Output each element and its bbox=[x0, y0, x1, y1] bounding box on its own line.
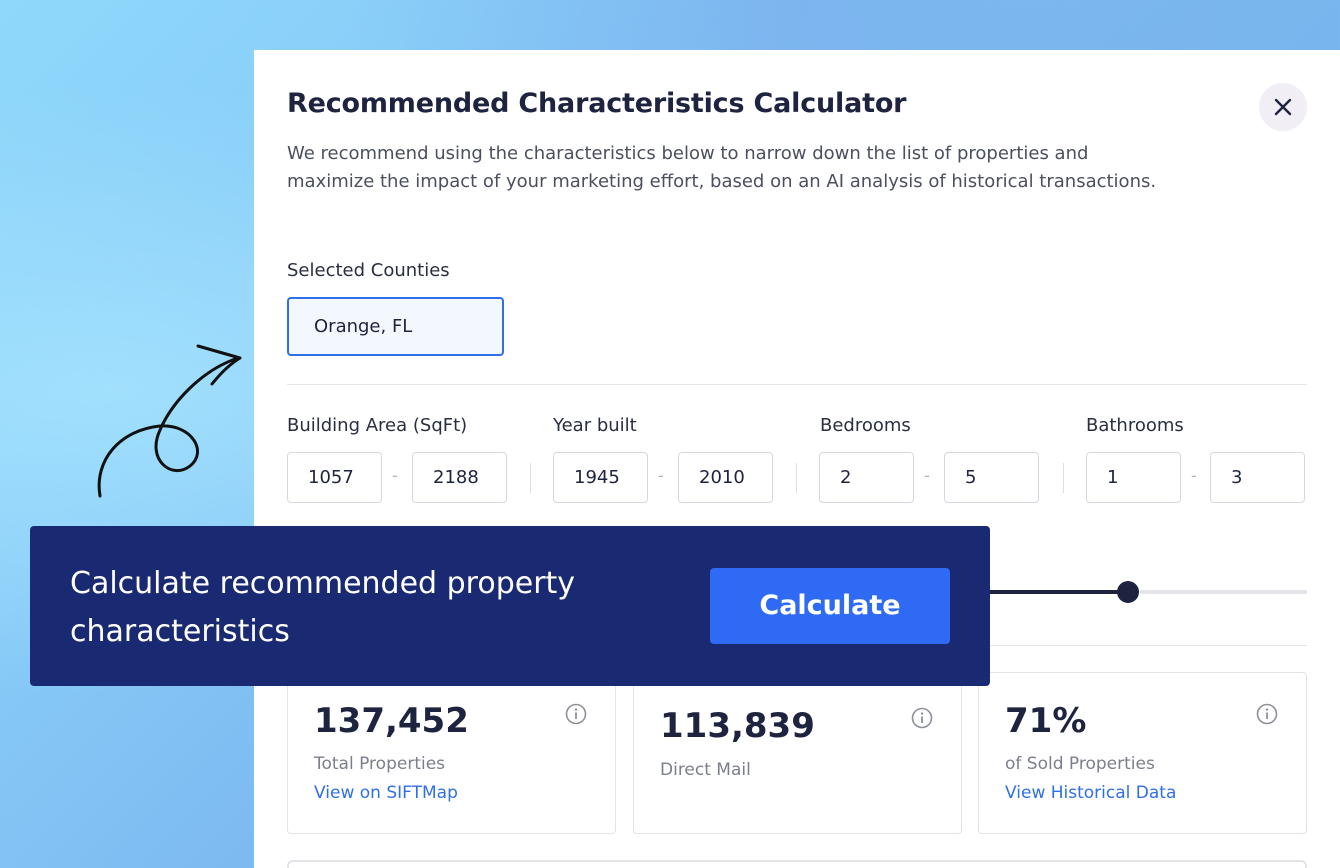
stat-value: 113,839 bbox=[660, 706, 815, 746]
stat-value: 137,452 bbox=[314, 701, 469, 741]
bottom-panel bbox=[287, 860, 1307, 868]
stat-card-sold-properties: 71% of Sold Properties View Historical D… bbox=[978, 672, 1307, 834]
year-built-max-input[interactable]: 2010 bbox=[678, 452, 773, 503]
modal-title: Recommended Characteristics Calculator bbox=[287, 88, 907, 119]
range-separator: - bbox=[392, 466, 398, 485]
county-chip[interactable]: Orange, FL bbox=[287, 297, 504, 356]
bathrooms-min-input[interactable]: 1 bbox=[1086, 452, 1181, 503]
stat-label: Direct Mail bbox=[660, 760, 751, 780]
info-icon[interactable] bbox=[911, 707, 933, 729]
calculate-button[interactable]: Calculate bbox=[710, 568, 950, 644]
divider bbox=[796, 463, 797, 493]
bedrooms-label: Bedrooms bbox=[820, 415, 911, 436]
year-built-label: Year built bbox=[553, 415, 637, 436]
slider-track-filled bbox=[990, 590, 1130, 594]
info-icon[interactable] bbox=[1256, 703, 1278, 725]
calculator-modal: Recommended Characteristics Calculator W… bbox=[254, 50, 1340, 868]
building-area-max-input[interactable]: 2188 bbox=[412, 452, 507, 503]
bedrooms-min-input[interactable]: 2 bbox=[819, 452, 914, 503]
slider-track[interactable] bbox=[1140, 590, 1307, 594]
view-historical-data-link[interactable]: View Historical Data bbox=[1005, 783, 1176, 803]
building-area-min-input[interactable]: 1057 bbox=[287, 452, 382, 503]
range-separator: - bbox=[1191, 466, 1197, 485]
divider bbox=[1063, 463, 1064, 493]
close-icon bbox=[1274, 98, 1292, 116]
close-button[interactable] bbox=[1259, 83, 1307, 131]
counties-label: Selected Counties bbox=[287, 260, 450, 281]
slider-handle[interactable] bbox=[1117, 581, 1139, 603]
stat-card-total-properties: 137,452 Total Properties View on SIFTMap bbox=[287, 672, 616, 834]
bathrooms-max-input[interactable]: 3 bbox=[1210, 452, 1305, 503]
modal-description: We recommend using the characteristics b… bbox=[287, 143, 1157, 192]
bedrooms-max-input[interactable]: 5 bbox=[944, 452, 1039, 503]
bathrooms-label: Bathrooms bbox=[1086, 415, 1184, 436]
stat-value: 71% bbox=[1005, 701, 1087, 741]
stat-card-direct-mail: 113,839 Direct Mail bbox=[633, 672, 962, 834]
info-icon[interactable] bbox=[565, 703, 587, 725]
stat-label: Total Properties bbox=[314, 754, 446, 774]
year-built-min-input[interactable]: 1945 bbox=[553, 452, 648, 503]
building-area-label: Building Area (SqFt) bbox=[287, 415, 468, 436]
range-separator: - bbox=[658, 466, 664, 485]
stat-label: of Sold Properties bbox=[1005, 754, 1155, 774]
curly-arrow-icon bbox=[97, 344, 242, 498]
callout-text: Calculate recommended property character… bbox=[70, 566, 576, 649]
calculate-callout: Calculate recommended property character… bbox=[30, 526, 990, 686]
divider bbox=[287, 384, 1307, 385]
view-on-siftmap-link[interactable]: View on SIFTMap bbox=[314, 783, 458, 803]
divider bbox=[530, 463, 531, 493]
range-separator: - bbox=[924, 466, 930, 485]
